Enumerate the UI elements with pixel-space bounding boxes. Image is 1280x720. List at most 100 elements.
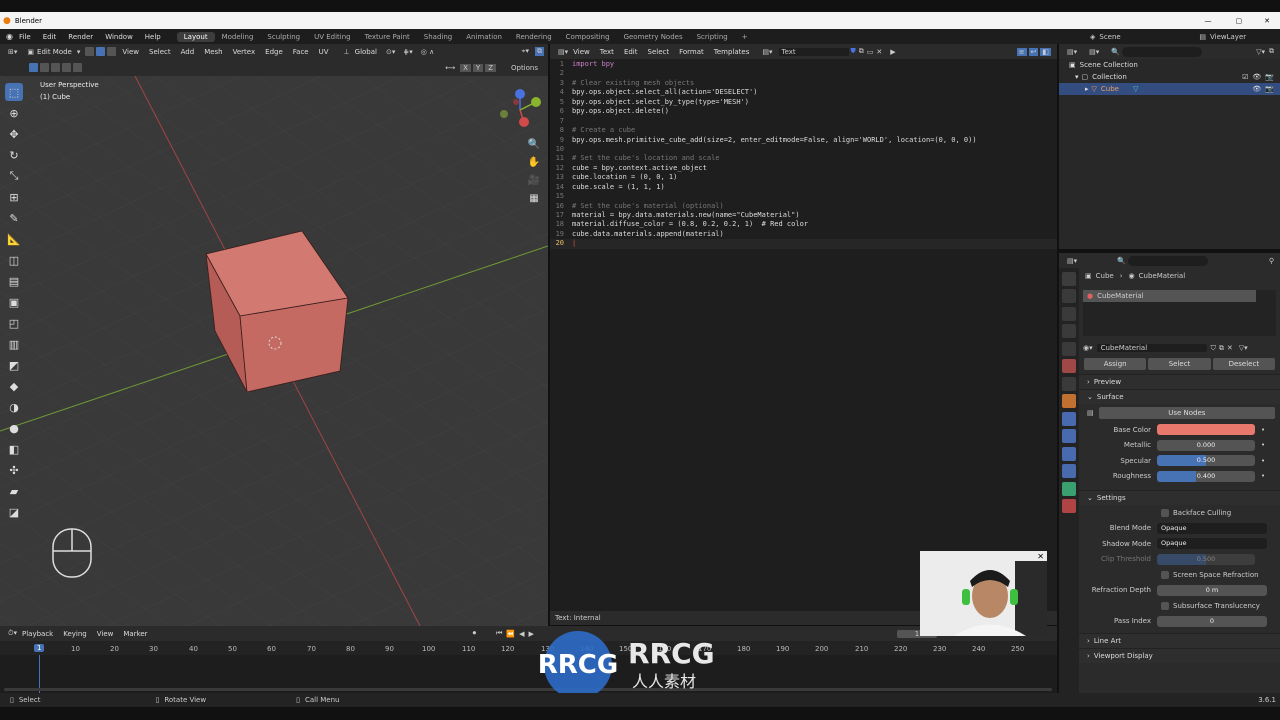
viewport-overlay-icon[interactable]: ⌖▾ xyxy=(522,47,529,56)
material-browse-icon[interactable]: ◉▾ xyxy=(1083,344,1093,352)
gizmo-neg-y-icon[interactable] xyxy=(500,110,508,118)
select-extend-icon[interactable] xyxy=(40,63,49,72)
face-select-icon[interactable] xyxy=(107,47,117,56)
timeline-menu-view[interactable]: View xyxy=(97,630,114,638)
blend-mode-dropdown[interactable]: Opaque xyxy=(1157,522,1267,534)
tab-shading[interactable]: Shading xyxy=(417,32,459,42)
text-menu-text[interactable]: Text xyxy=(600,48,614,56)
properties-search-input[interactable] xyxy=(1127,255,1208,266)
visibility-eye-icon[interactable]: 👁 xyxy=(1252,73,1261,81)
surface-panel-header[interactable]: ⌄ Surface xyxy=(1079,389,1280,404)
settings-panel-header[interactable]: ⌄ Settings xyxy=(1079,490,1280,505)
shadow-mode-dropdown[interactable]: Opaque xyxy=(1157,538,1267,550)
move-tool-icon[interactable]: ✥ xyxy=(5,125,23,143)
modifier-tab-icon[interactable] xyxy=(1062,411,1076,426)
syntax-highlight-toggle-icon[interactable]: ◧ xyxy=(1040,47,1051,56)
timeline-menu-marker[interactable]: Marker xyxy=(123,630,147,638)
menu-select[interactable]: Select xyxy=(149,48,171,56)
physics-tab-icon[interactable] xyxy=(1062,446,1076,461)
world-tab-icon[interactable] xyxy=(1062,359,1076,373)
pan-hand-icon[interactable]: ✋ xyxy=(527,157,541,171)
spin-tool-icon[interactable]: ◑ xyxy=(5,398,23,416)
scale-tool-icon[interactable]: ⤡ xyxy=(5,167,23,185)
open-text-icon[interactable]: ▭ xyxy=(867,48,874,56)
proportional-icon[interactable]: ◎ ∧ xyxy=(421,48,434,56)
play-reverse-icon[interactable]: ◀ xyxy=(519,630,524,638)
rip-tool-icon[interactable]: ◪ xyxy=(5,503,23,521)
particles-tab-icon[interactable] xyxy=(1062,429,1076,443)
properties-type-icon[interactable]: ▤▾ xyxy=(1067,257,1077,265)
tab-rendering[interactable]: Rendering xyxy=(509,32,559,42)
navigation-gizmo[interactable] xyxy=(496,86,544,134)
material-slot-list[interactable]: ● CubeMaterial xyxy=(1083,290,1276,336)
edge-select-icon[interactable] xyxy=(96,47,106,56)
text-menu-templates[interactable]: Templates xyxy=(714,48,750,56)
orientation-dropdown[interactable]: Global xyxy=(355,48,377,56)
checkbox-icon[interactable]: ☑ xyxy=(1242,73,1248,81)
select-new-icon[interactable] xyxy=(29,63,38,72)
loop-cut-tool-icon[interactable]: ▥ xyxy=(5,335,23,353)
annotate-tool-icon[interactable]: ✎ xyxy=(5,209,23,227)
add-workspace-icon[interactable]: + xyxy=(735,32,755,42)
assign-button[interactable]: Assign xyxy=(1084,358,1147,370)
specular-slider[interactable]: 0.500 xyxy=(1157,455,1255,467)
record-icon[interactable]: ⏺ xyxy=(473,629,477,638)
unlink-material-icon[interactable]: ✕ xyxy=(1227,344,1233,352)
timeline-menu-keying[interactable]: Keying xyxy=(63,630,87,638)
menu-edit[interactable]: Edit xyxy=(43,33,57,41)
minimize-button[interactable]: — xyxy=(1205,17,1212,25)
text-datablock-name[interactable]: Text xyxy=(778,47,849,56)
pass-index-field[interactable]: 0 xyxy=(1157,615,1267,627)
poly-build-tool-icon[interactable]: ◆ xyxy=(5,377,23,395)
constraints-tab-icon[interactable] xyxy=(1062,464,1076,478)
close-window-button[interactable]: ✕ xyxy=(1264,17,1270,25)
gizmo-x-icon[interactable] xyxy=(519,117,529,127)
vertex-select-icon[interactable] xyxy=(85,47,95,56)
keyframe-dot-icon[interactable]: • xyxy=(1261,472,1265,480)
camera-icon[interactable]: 🎥 xyxy=(527,175,541,189)
rotate-tool-icon[interactable]: ↻ xyxy=(5,146,23,164)
preview-panel-header[interactable]: › Preview xyxy=(1079,374,1280,389)
expand-chevron-icon[interactable]: ▾ xyxy=(1075,73,1079,81)
tab-geometry-nodes[interactable]: Geometry Nodes xyxy=(617,32,690,42)
select-invert-icon[interactable] xyxy=(62,63,71,72)
timeline[interactable]: 1 10 20 30 40 50 60 70 80 90 100 110 120… xyxy=(0,641,1057,693)
text-menu-format[interactable]: Format xyxy=(679,48,704,56)
text-editor-type-icon[interactable]: ▤▾ xyxy=(558,48,568,56)
bevel-tool-icon[interactable]: ◰ xyxy=(5,314,23,332)
select-subtract-icon[interactable] xyxy=(51,63,60,72)
gizmo-neg-x-icon[interactable] xyxy=(513,99,519,105)
frame-tick-current[interactable]: 1 xyxy=(34,644,45,652)
tab-modeling[interactable]: Modeling xyxy=(215,32,261,42)
menu-file[interactable]: File xyxy=(19,33,31,41)
gizmo-y-icon[interactable] xyxy=(531,97,541,107)
view-layer-tab-icon[interactable] xyxy=(1062,324,1076,338)
tab-scripting[interactable]: Scripting xyxy=(690,32,735,42)
gizmo-z-icon[interactable] xyxy=(515,89,525,99)
xray-icon[interactable]: ⧉ xyxy=(535,47,544,56)
tab-compositing[interactable]: Compositing xyxy=(559,32,617,42)
text-menu-edit[interactable]: Edit xyxy=(624,48,638,56)
viewport-display-panel-header[interactable]: › Viewport Display xyxy=(1079,648,1280,663)
menu-render[interactable]: Render xyxy=(68,33,93,41)
filter-icon[interactable]: ▽▾ xyxy=(1256,48,1265,56)
scene-selector[interactable]: Scene xyxy=(1099,33,1179,41)
outliner-scene-collection[interactable]: ▣ Scene Collection xyxy=(1059,59,1280,71)
outliner-collection[interactable]: ▾ ▢ Collection ☑ 👁 📷 xyxy=(1059,71,1280,83)
keyframe-dot-icon[interactable]: • xyxy=(1261,457,1265,465)
clip-threshold-slider[interactable]: 0.500 xyxy=(1157,553,1255,565)
timeline-menu-playback[interactable]: Playback xyxy=(22,630,53,638)
timeline-type-icon[interactable]: ⏱▾ xyxy=(8,629,17,638)
measure-tool-icon[interactable]: 📐 xyxy=(5,230,23,248)
tab-layout[interactable]: Layout xyxy=(176,31,215,42)
shear-tool-icon[interactable]: ▰ xyxy=(5,482,23,500)
menu-face[interactable]: Face xyxy=(293,48,309,56)
subsurface-translucency-row[interactable]: Subsurface Translucency xyxy=(1079,598,1280,614)
blender-menu-icon[interactable]: ◉ xyxy=(6,32,13,41)
duplicate-text-icon[interactable]: ⧉ xyxy=(859,47,864,56)
editor-type-icon[interactable]: ⊞▾ xyxy=(8,48,17,56)
smooth-tool-icon[interactable]: ● xyxy=(5,419,23,437)
base-color-swatch[interactable] xyxy=(1157,424,1255,436)
deselect-button[interactable]: Deselect xyxy=(1212,358,1275,370)
material-name-field[interactable]: CubeMaterial xyxy=(1096,344,1207,352)
